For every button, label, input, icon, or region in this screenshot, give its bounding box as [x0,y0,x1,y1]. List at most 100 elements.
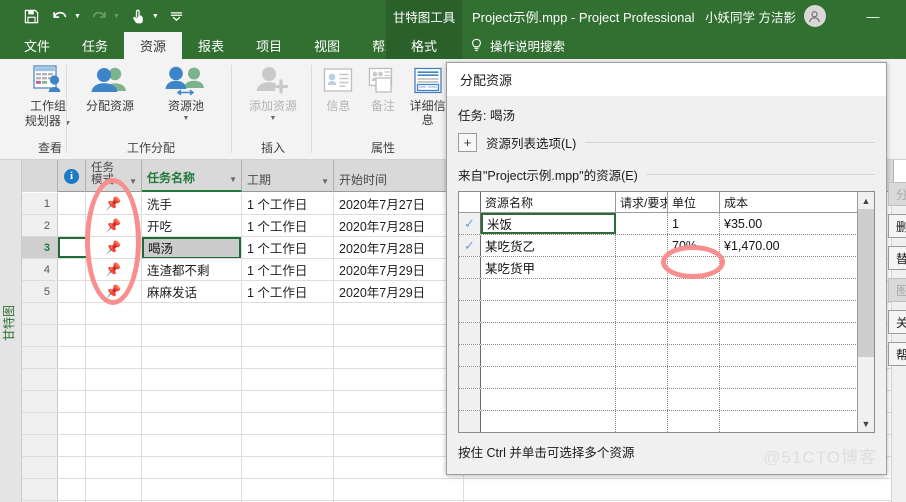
resource-cell-empty[interactable] [720,345,860,366]
grid-cell-empty[interactable] [86,369,142,390]
grid-cell-empty[interactable] [334,479,464,500]
grid-cell-empty[interactable] [334,369,464,390]
col-units[interactable]: 单位 [668,192,720,212]
grid-cell-empty[interactable] [464,479,894,500]
cost-cell[interactable]: ¥35.00 [720,213,860,234]
duration-cell[interactable]: 1 个工作日 [242,215,334,236]
col-cost[interactable]: 成本 [720,192,860,212]
row-checkmark-empty[interactable] [459,279,481,300]
row-checkmark-empty[interactable] [459,323,481,344]
remove-button[interactable]: 删除 [888,214,906,238]
grid-header-start-date[interactable]: 开始时间 [334,160,464,192]
col-request-demand[interactable]: 请求/要求 [616,192,668,212]
help-button[interactable]: 帮助 [888,342,906,366]
task-name-cell[interactable]: 开吃 [142,215,242,236]
grid-header-task-name[interactable]: 任务名称 ▼ [142,160,242,192]
duration-cell[interactable]: 1 个工作日 [242,193,334,214]
grid-cell-empty[interactable] [58,457,86,478]
start-date-cell[interactable]: 2020年7月28日 [334,237,464,258]
resource-name-cell[interactable]: 米饭 [481,213,616,234]
grid-cell-empty[interactable] [242,325,334,346]
resource-cell-empty[interactable] [668,389,720,410]
grid-cell-empty[interactable] [242,413,334,434]
resource-row-empty[interactable] [459,411,874,432]
details-button[interactable]: 详细信息 [405,63,450,128]
resource-cell-empty[interactable] [720,389,860,410]
grid-cell-empty[interactable] [142,347,242,368]
grid-cell-empty[interactable] [142,303,242,324]
resource-cell-empty[interactable] [616,301,668,322]
resource-cell-empty[interactable] [668,279,720,300]
row-checkmark-empty[interactable] [459,345,481,366]
row-checkmark-empty[interactable] [459,367,481,388]
resource-cell-empty[interactable] [481,411,616,432]
user-account[interactable]: 小妖同学 方洁影 [705,0,826,32]
cost-cell[interactable] [720,257,860,278]
tab-format[interactable]: 格式 [386,32,462,59]
chevron-down-icon[interactable]: ▼ [229,175,237,184]
tab-project[interactable]: 项目 [240,32,298,59]
resource-cell-empty[interactable] [616,345,668,366]
undo-dropdown-icon[interactable]: ▼ [74,13,81,20]
minimize-button[interactable]: — [855,0,891,32]
tell-me-search[interactable]: 操作说明搜索 [470,32,565,59]
grid-cell-empty[interactable] [334,457,464,478]
start-date-cell[interactable]: 2020年7月29日 [334,281,464,302]
resource-cell-empty[interactable] [720,279,860,300]
units-cell[interactable]: 1 [668,213,720,234]
table-row-empty[interactable] [22,479,906,501]
task-name-cell[interactable]: 洗手 [142,193,242,214]
resource-cell-empty[interactable] [481,279,616,300]
resource-row-empty[interactable] [459,301,874,323]
touch-mode-icon[interactable] [125,4,151,28]
tab-report[interactable]: 报表 [182,32,240,59]
resource-cell-empty[interactable] [720,411,860,432]
grid-cell-empty[interactable] [58,391,86,412]
col-resource-name[interactable]: 资源名称 [481,192,616,212]
request-cell[interactable] [616,235,668,256]
close-button[interactable]: 关闭 [888,310,906,334]
grid-cell-empty[interactable] [86,435,142,456]
undo-icon[interactable] [47,4,73,28]
view-bar[interactable]: 甘特图 [0,160,22,502]
row-checkmark-empty[interactable] [459,301,481,322]
row-checkmark-icon[interactable] [459,257,481,278]
grid-cell-empty[interactable] [334,347,464,368]
grid-cell-empty[interactable] [58,303,86,324]
grid-cell-empty[interactable] [142,325,242,346]
start-date-cell[interactable]: 2020年7月28日 [334,215,464,236]
row-checkmark-icon[interactable]: ✓ [459,213,481,234]
chevron-down-icon[interactable]: ▼ [129,177,137,186]
assign-resources-button[interactable]: 分配资源 [72,63,148,114]
resource-cell-empty[interactable] [668,301,720,322]
grid-cell-empty[interactable] [142,435,242,456]
task-name-cell[interactable]: 连渣都不剩 [142,259,242,280]
resource-row-empty[interactable] [459,323,874,345]
resource-row-empty[interactable] [459,367,874,389]
grid-cell-empty[interactable] [142,369,242,390]
resource-cell-empty[interactable] [481,389,616,410]
replace-button[interactable]: 替换 [888,246,906,270]
resource-cell-empty[interactable] [481,367,616,388]
resource-row[interactable]: ✓ 米饭 1 ¥35.00 [459,213,874,235]
resource-cell-empty[interactable] [720,301,860,322]
grid-cell-empty[interactable] [334,435,464,456]
resource-name-cell[interactable]: 某吃货甲 [481,257,616,278]
resource-cell-empty[interactable] [668,411,720,432]
grid-cell-empty[interactable] [58,325,86,346]
resource-cell-empty[interactable] [481,345,616,366]
duration-cell[interactable]: 1 个工作日 [242,237,334,258]
grid-header-duration[interactable]: 工期 ▼ [242,160,334,192]
grid-cell-empty[interactable] [142,413,242,434]
cost-cell[interactable]: ¥1,470.00 [720,235,860,256]
resource-cell-empty[interactable] [616,279,668,300]
grid-cell-empty[interactable] [86,347,142,368]
resource-pool-button[interactable]: 资源池 ▼ [148,63,224,123]
grid-cell-empty[interactable] [242,369,334,390]
duration-cell[interactable]: 1 个工作日 [242,281,334,302]
chevron-down-icon[interactable]: ▼ [183,115,190,123]
grid-cell-empty[interactable] [242,457,334,478]
expand-options-button[interactable]: + [458,133,477,152]
request-cell[interactable] [616,213,668,234]
resource-cell-empty[interactable] [616,389,668,410]
